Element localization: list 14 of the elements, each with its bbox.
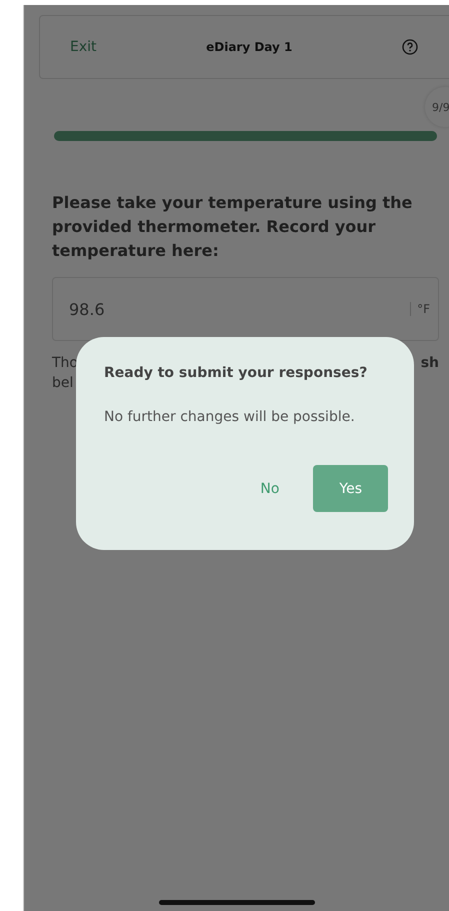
dialog-title: Ready to submit your responses? xyxy=(104,365,368,381)
progress-badge: 9/9 xyxy=(425,87,449,127)
dialog-message: No further changes will be possible. xyxy=(104,409,356,425)
confirm-button[interactable]: Yes xyxy=(313,465,388,512)
temperature-value: 98.6 xyxy=(69,300,106,318)
diary-title: eDiary Day 1 xyxy=(206,40,292,54)
help-icon[interactable] xyxy=(402,39,418,55)
note-text: Tho xyxy=(52,354,78,373)
exit-link[interactable]: Exit xyxy=(70,39,97,55)
unit-label: °F xyxy=(410,302,430,316)
cancel-button[interactable]: No xyxy=(248,465,292,512)
note-text: bel xyxy=(52,374,74,393)
note-text: sh xyxy=(420,354,439,373)
question-text: Please take your temperature using the provided thermometer. Record your temperature here: xyxy=(52,192,414,262)
